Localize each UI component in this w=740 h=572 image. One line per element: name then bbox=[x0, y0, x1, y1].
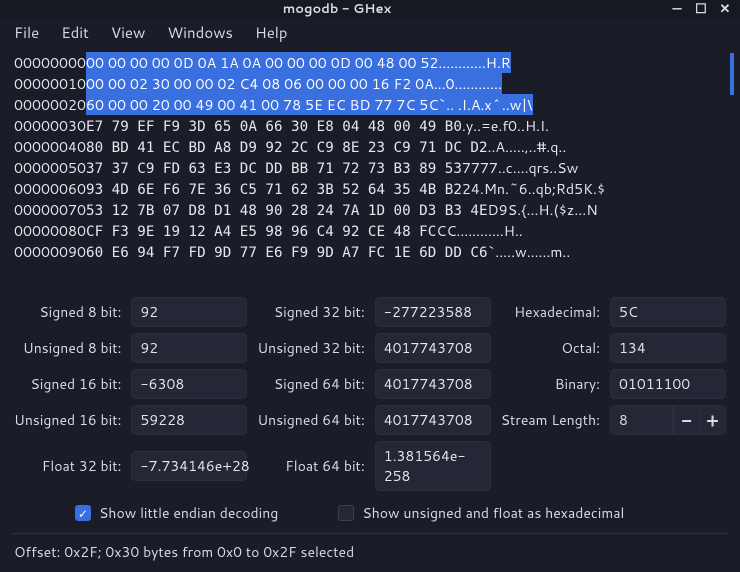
label-s32: Signed 32 bit: bbox=[257, 302, 364, 322]
label-hex: Hexadecimal: bbox=[501, 302, 600, 322]
checkbox-icon: ✓ bbox=[75, 505, 91, 521]
value-u64[interactable]: 4017743708 bbox=[375, 405, 491, 435]
value-s32[interactable]: -277223588 bbox=[375, 297, 491, 327]
window-title: mogodb - GHex bbox=[6, 0, 668, 18]
value-u8[interactable]: 92 bbox=[131, 333, 247, 363]
label-u32: Unsigned 32 bit: bbox=[257, 338, 364, 358]
menu-windows[interactable]: Windows bbox=[167, 22, 233, 43]
value-f64[interactable]: 1.381564e-258 bbox=[375, 441, 491, 491]
statusbar: Offset: 0x2F; 0x30 bytes from 0x0 to 0x2… bbox=[0, 534, 740, 572]
checkbox-icon bbox=[338, 505, 354, 521]
label-s64: Signed 64 bit: bbox=[257, 374, 364, 394]
value-u16[interactable]: 59228 bbox=[131, 405, 247, 435]
unsigned-hex-check[interactable]: Show unsigned and float as hexadecimal bbox=[338, 503, 624, 523]
label-f64: Float 64 bit: bbox=[257, 456, 364, 476]
label-f32: Float 32 bit: bbox=[14, 456, 121, 476]
value-hex[interactable]: 5C bbox=[610, 297, 726, 327]
menubar: File Edit View Windows Help bbox=[0, 18, 740, 51]
value-oct[interactable]: 134 bbox=[610, 333, 726, 363]
value-s64[interactable]: 4017743708 bbox=[375, 369, 491, 399]
little-endian-label: Show little endian decoding bbox=[99, 503, 278, 523]
label-oct: Octal: bbox=[501, 338, 600, 358]
value-decoder: Signed 8 bit: 92 Signed 32 bit: -2772235… bbox=[0, 289, 740, 497]
stream-increment-button[interactable]: + bbox=[699, 406, 725, 434]
menu-file[interactable]: File bbox=[14, 22, 39, 43]
value-s8[interactable]: 92 bbox=[131, 297, 247, 327]
scrollbar-track[interactable] bbox=[730, 51, 738, 289]
decoder-options: ✓ Show little endian decoding Show unsig… bbox=[0, 497, 740, 533]
stream-length-control: 8 − + bbox=[610, 405, 726, 435]
label-stream: Stream Length: bbox=[501, 410, 600, 430]
label-u64: Unsigned 64 bit: bbox=[257, 410, 364, 430]
menu-edit[interactable]: Edit bbox=[61, 22, 89, 43]
label-u8: Unsigned 8 bit: bbox=[14, 338, 121, 358]
minimize-icon[interactable]: — bbox=[668, 0, 686, 18]
scrollbar-thumb[interactable] bbox=[730, 53, 734, 95]
status-text: Offset: 0x2F; 0x30 bytes from 0x0 to 0x2… bbox=[14, 542, 354, 562]
hex-editor[interactable]: 0000000000 00 00 00 0D 0A 1A 0A 00 00 00… bbox=[0, 51, 740, 289]
window-controls: — ☐ ✕ bbox=[668, 0, 734, 18]
titlebar: mogodb - GHex — ☐ ✕ bbox=[0, 0, 740, 18]
maximize-icon[interactable]: ☐ bbox=[692, 0, 710, 18]
menu-view[interactable]: View bbox=[111, 22, 146, 43]
value-s16[interactable]: -6308 bbox=[131, 369, 247, 399]
label-s16: Signed 16 bit: bbox=[14, 374, 121, 394]
label-u16: Unsigned 16 bit: bbox=[14, 410, 121, 430]
little-endian-check[interactable]: ✓ Show little endian decoding bbox=[75, 503, 278, 523]
stream-length-value[interactable]: 8 bbox=[611, 406, 673, 434]
label-s8: Signed 8 bit: bbox=[14, 302, 121, 322]
stream-decrement-button[interactable]: − bbox=[673, 406, 699, 434]
unsigned-hex-label: Show unsigned and float as hexadecimal bbox=[362, 503, 624, 523]
value-bin[interactable]: 01011100 bbox=[610, 369, 726, 399]
close-icon[interactable]: ✕ bbox=[716, 0, 734, 18]
label-bin: Binary: bbox=[501, 374, 600, 394]
menu-help[interactable]: Help bbox=[255, 22, 288, 43]
value-f32[interactable]: -7.734146e+28 bbox=[131, 451, 247, 481]
value-u32[interactable]: 4017743708 bbox=[375, 333, 491, 363]
